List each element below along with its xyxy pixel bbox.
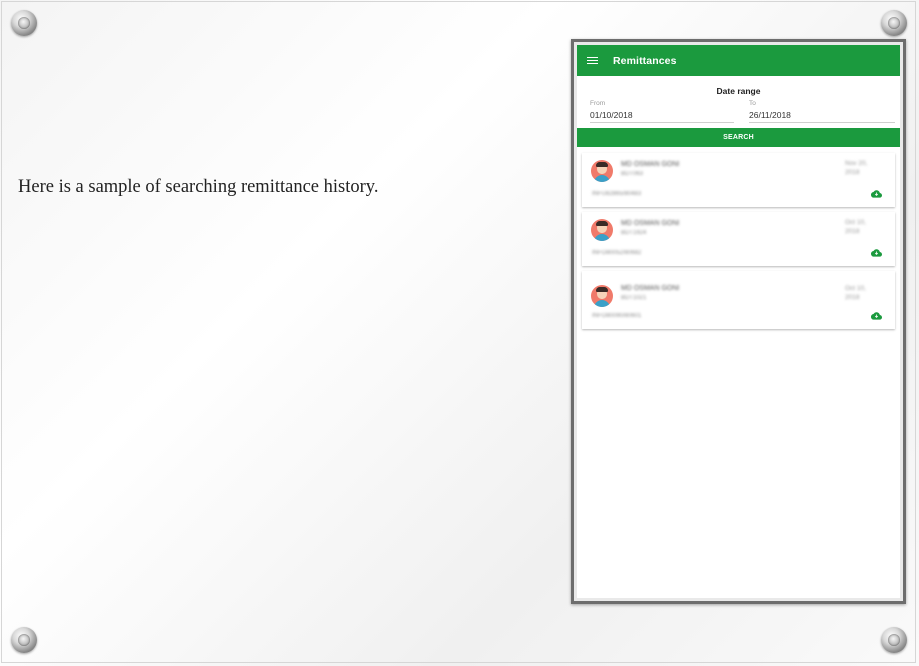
avatar bbox=[591, 219, 613, 241]
from-date-field[interactable] bbox=[590, 110, 730, 120]
screw-decoration bbox=[881, 10, 907, 36]
remittance-id: INFU82865/80483 bbox=[592, 191, 642, 197]
screw-decoration bbox=[11, 627, 37, 653]
date-range-panel: Date range From To bbox=[577, 76, 900, 128]
from-label: From bbox=[590, 100, 606, 107]
remittance-id: INFO80090/80601 bbox=[592, 313, 642, 319]
remittance-reference: BDT063 bbox=[621, 171, 644, 177]
cloud-download-icon[interactable] bbox=[871, 312, 882, 320]
avatar bbox=[591, 285, 613, 307]
remittance-sender-name: MD OSMAN GONI bbox=[621, 161, 680, 168]
remittance-date: Oct 10, 2018 bbox=[845, 219, 866, 235]
remittance-sender-name: MD OSMAN GONI bbox=[621, 285, 680, 292]
slide-caption: Here is a sample of searching remittance… bbox=[18, 177, 379, 197]
cloud-download-icon[interactable] bbox=[871, 249, 882, 257]
search-button[interactable]: SEARCH bbox=[577, 128, 900, 147]
to-date-field[interactable] bbox=[749, 110, 889, 120]
screw-decoration bbox=[11, 10, 37, 36]
phone-bezel: Remittances Date range From To SEARCH MD… bbox=[574, 42, 903, 601]
avatar bbox=[591, 160, 613, 182]
remittance-card[interactable]: MD OSMAN GONI BDT1021 Oct 10, 2018 INFO8… bbox=[582, 271, 895, 329]
app-bar: Remittances bbox=[577, 45, 900, 76]
app-screen: Remittances Date range From To SEARCH MD… bbox=[577, 45, 900, 598]
remittance-date: Oct 10, 2018 bbox=[845, 285, 866, 301]
screw-decoration bbox=[881, 627, 907, 653]
remittance-card[interactable]: MD OSMAN GONI BDT1924 Oct 10, 2018 INFO8… bbox=[582, 212, 895, 266]
remittance-list: MD OSMAN GONI BDT063 Nov 20, 2018 INFU82… bbox=[582, 153, 895, 334]
remittance-date: Nov 20, 2018 bbox=[845, 160, 868, 176]
remittance-card[interactable]: MD OSMAN GONI BDT063 Nov 20, 2018 INFU82… bbox=[582, 153, 895, 207]
date-range-title: Date range bbox=[716, 86, 761, 96]
app-bar-title: Remittances bbox=[613, 54, 677, 67]
remittance-reference: BDT1924 bbox=[621, 230, 647, 236]
remittance-sender-name: MD OSMAN GONI bbox=[621, 220, 680, 227]
to-label: To bbox=[749, 100, 756, 107]
remittance-id: INFO80052/80682 bbox=[592, 250, 642, 256]
remittance-reference: BDT1021 bbox=[621, 295, 647, 301]
phone-screenshot-frame: Remittances Date range From To SEARCH MD… bbox=[571, 39, 906, 604]
cloud-download-icon[interactable] bbox=[871, 190, 882, 198]
hamburger-menu-icon[interactable] bbox=[587, 56, 598, 65]
to-field-underline bbox=[749, 122, 895, 123]
from-field-underline bbox=[590, 122, 734, 123]
